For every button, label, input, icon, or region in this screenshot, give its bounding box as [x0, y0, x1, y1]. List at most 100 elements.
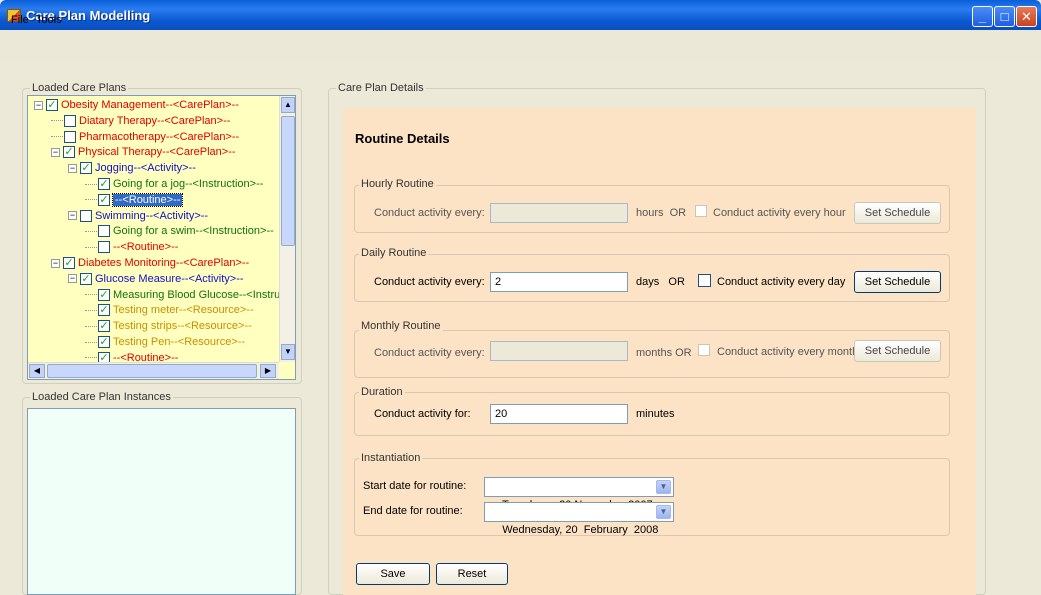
tree-node-label[interactable]: Diatary Therapy--<CarePlan>--	[79, 115, 230, 127]
duration-minutes-input[interactable]: 20	[490, 404, 628, 424]
tree-node[interactable]: ✓ --<Routine>--	[85, 192, 184, 208]
end-date-picker[interactable]: Wednesday, 20 February 2008 ▼	[484, 502, 674, 536]
close-button[interactable]: ✕	[1016, 6, 1037, 27]
tree-connector	[85, 183, 97, 185]
title-bar[interactable]	[0, 0, 1041, 30]
scroll-thumb[interactable]	[281, 116, 295, 246]
minimize-button[interactable]: _	[972, 6, 993, 27]
tree-expander-icon[interactable]: −	[68, 211, 77, 221]
monthly-set-schedule-button[interactable]: Set Schedule	[854, 340, 941, 362]
daily-set-schedule-button[interactable]: Set Schedule	[854, 271, 941, 293]
tree-expander-icon[interactable]: −	[34, 100, 43, 110]
end-date-value: Wednesday, 20 February 2008	[502, 524, 659, 536]
tree-node[interactable]: ✓ Testing Pen--<Resource>--	[85, 336, 245, 350]
tree-node-label[interactable]: Testing meter--<Resource>--	[113, 304, 254, 316]
tree-node[interactable]: − ✓ Jogging--<Activity>--	[68, 162, 196, 176]
hourly-routine-label: Hourly Routine	[359, 178, 436, 190]
care-plan-instances-label: Loaded Care Plan Instances	[30, 391, 173, 403]
tree-node-label[interactable]: Obesity Management--<CarePlan>--	[61, 99, 239, 111]
tree-vertical-scrollbar[interactable]: ▲ ▼	[279, 96, 295, 362]
care-plan-tree[interactable]: − ✓ Obesity Management--<CarePlan>-- Diatar…	[27, 95, 296, 380]
tree-node-label[interactable]: Jogging--<Activity>--	[95, 162, 196, 174]
tree-node-label[interactable]: Testing Pen--<Resource>--	[113, 336, 245, 348]
hourly-every-checkbox[interactable]	[695, 205, 707, 217]
tree-node[interactable]: − ✓ Physical Therapy--<CarePlan>--	[51, 146, 236, 160]
monthly-unit-label: months OR	[636, 347, 692, 359]
tree-node[interactable]: ✓ Measuring Blood Glucose--<Instru	[85, 289, 280, 303]
tree-node[interactable]: − Swimming--<Activity>--	[68, 210, 208, 224]
tree-node[interactable]: Pharmacotherapy--<CarePlan>--	[51, 131, 239, 145]
tree-node-label[interactable]: Pharmacotherapy--<CarePlan>--	[79, 131, 239, 143]
tree-node[interactable]: ✓ Going for a jog--<Instruction>--	[85, 178, 263, 192]
tree-node[interactable]: Going for a swim--<Instruction>--	[85, 225, 274, 239]
tree-connector	[85, 341, 97, 343]
daily-interval-input[interactable]: 2	[490, 272, 628, 292]
save-button[interactable]: Save	[356, 563, 430, 585]
monthly-interval-input[interactable]	[490, 341, 628, 361]
tree-node[interactable]: − ✓ Diabetes Monitoring--<CarePlan>--	[51, 257, 249, 271]
tree-checkbox[interactable]: ✓	[98, 288, 110, 301]
chevron-down-icon[interactable]: ▼	[656, 505, 671, 519]
hourly-set-schedule-button[interactable]: Set Schedule	[854, 202, 941, 224]
h-scroll-thumb[interactable]	[47, 364, 257, 378]
chevron-down-icon[interactable]: ▼	[656, 480, 671, 494]
tree-expander-icon[interactable]: −	[51, 258, 60, 268]
scroll-left-icon[interactable]: ◀	[29, 364, 45, 378]
tree-checkbox[interactable]: ✓	[98, 320, 110, 333]
tree-node-label[interactable]: Testing strips--<Resource>--	[113, 320, 252, 332]
tree-checkbox[interactable]: ✓	[98, 178, 110, 191]
tree-checkbox[interactable]	[98, 241, 110, 254]
tree-checkbox[interactable]: ✓	[46, 99, 58, 112]
tree-node-label[interactable]: Measuring Blood Glucose--<Instru	[113, 289, 280, 301]
scroll-right-icon[interactable]: ▶	[260, 364, 276, 378]
menu-file[interactable]: File	[11, 14, 29, 26]
tree-node[interactable]: − ✓ Obesity Management--<CarePlan>--	[34, 99, 239, 113]
duration-field-label: Conduct activity for:	[374, 408, 471, 420]
care-plan-instances-list[interactable]	[27, 408, 296, 595]
start-date-label: Start date for routine:	[363, 480, 467, 492]
start-date-picker[interactable]: Tuesday , 20 November 2007 ▼	[484, 477, 674, 511]
tree-checkbox[interactable]	[64, 114, 76, 127]
routine-details-panel: Routine Details Hourly Routine Conduct a…	[343, 108, 976, 595]
menu-tools[interactable]: Tools	[36, 14, 62, 26]
tree-expander-icon[interactable]: −	[51, 147, 60, 157]
daily-every-checkbox[interactable]	[698, 274, 711, 287]
tree-checkbox[interactable]: ✓	[80, 162, 92, 175]
tree-checkbox[interactable]: ✓	[80, 272, 92, 285]
hourly-interval-input[interactable]	[490, 203, 628, 223]
tree-expander-icon[interactable]: −	[68, 274, 77, 284]
tree-node-label[interactable]: Physical Therapy--<CarePlan>--	[78, 146, 236, 158]
tree-node-label[interactable]: Going for a jog--<Instruction>--	[113, 178, 263, 190]
tree-checkbox[interactable]	[64, 130, 76, 143]
tree-connector	[85, 230, 97, 232]
tree-node-label[interactable]: Swimming--<Activity>--	[95, 210, 208, 222]
tree-node[interactable]: ✓ Testing strips--<Resource>--	[85, 320, 252, 334]
tree-checkbox[interactable]	[80, 209, 92, 222]
tree-node[interactable]: − ✓ Glucose Measure--<Activity>--	[68, 273, 244, 287]
tree-node-label[interactable]: --<Routine>--	[113, 241, 178, 253]
tree-node[interactable]: --<Routine>--	[85, 241, 178, 255]
tree-node-label[interactable]: Diabetes Monitoring--<CarePlan>--	[78, 257, 249, 269]
tree-checkbox[interactable]: ✓	[98, 304, 110, 317]
tree-horizontal-scrollbar[interactable]: ◀ ▶	[28, 362, 279, 379]
tree-checkbox[interactable]: ✓	[98, 336, 110, 349]
tree-node[interactable]: Diatary Therapy--<CarePlan>--	[51, 115, 230, 129]
tree-checkbox[interactable]: ✓	[63, 257, 75, 270]
tree-expander-icon[interactable]: −	[68, 163, 77, 173]
scroll-down-icon[interactable]: ▼	[281, 344, 295, 360]
daily-unit-label: days OR	[636, 276, 685, 288]
tree-node[interactable]: ✓ Testing meter--<Resource>--	[85, 304, 254, 318]
monthly-every-checkbox[interactable]	[698, 344, 710, 356]
reset-button[interactable]: Reset	[436, 563, 508, 585]
maximize-button[interactable]: □	[994, 6, 1015, 27]
tree-node-label[interactable]: --<Routine>--	[111, 192, 184, 207]
instantiation-label: Instantiation	[359, 452, 423, 464]
tree-checkbox[interactable]	[98, 225, 110, 238]
scroll-up-icon[interactable]: ▲	[281, 97, 295, 113]
tree-node-label[interactable]: Going for a swim--<Instruction>--	[113, 225, 274, 237]
monthly-field-label: Conduct activity every:	[374, 347, 485, 359]
tree-checkbox[interactable]: ✓	[63, 146, 75, 159]
tree-checkbox[interactable]: ✓	[98, 193, 110, 206]
tree-connector	[85, 325, 97, 327]
tree-node-label[interactable]: Glucose Measure--<Activity>--	[95, 273, 244, 285]
